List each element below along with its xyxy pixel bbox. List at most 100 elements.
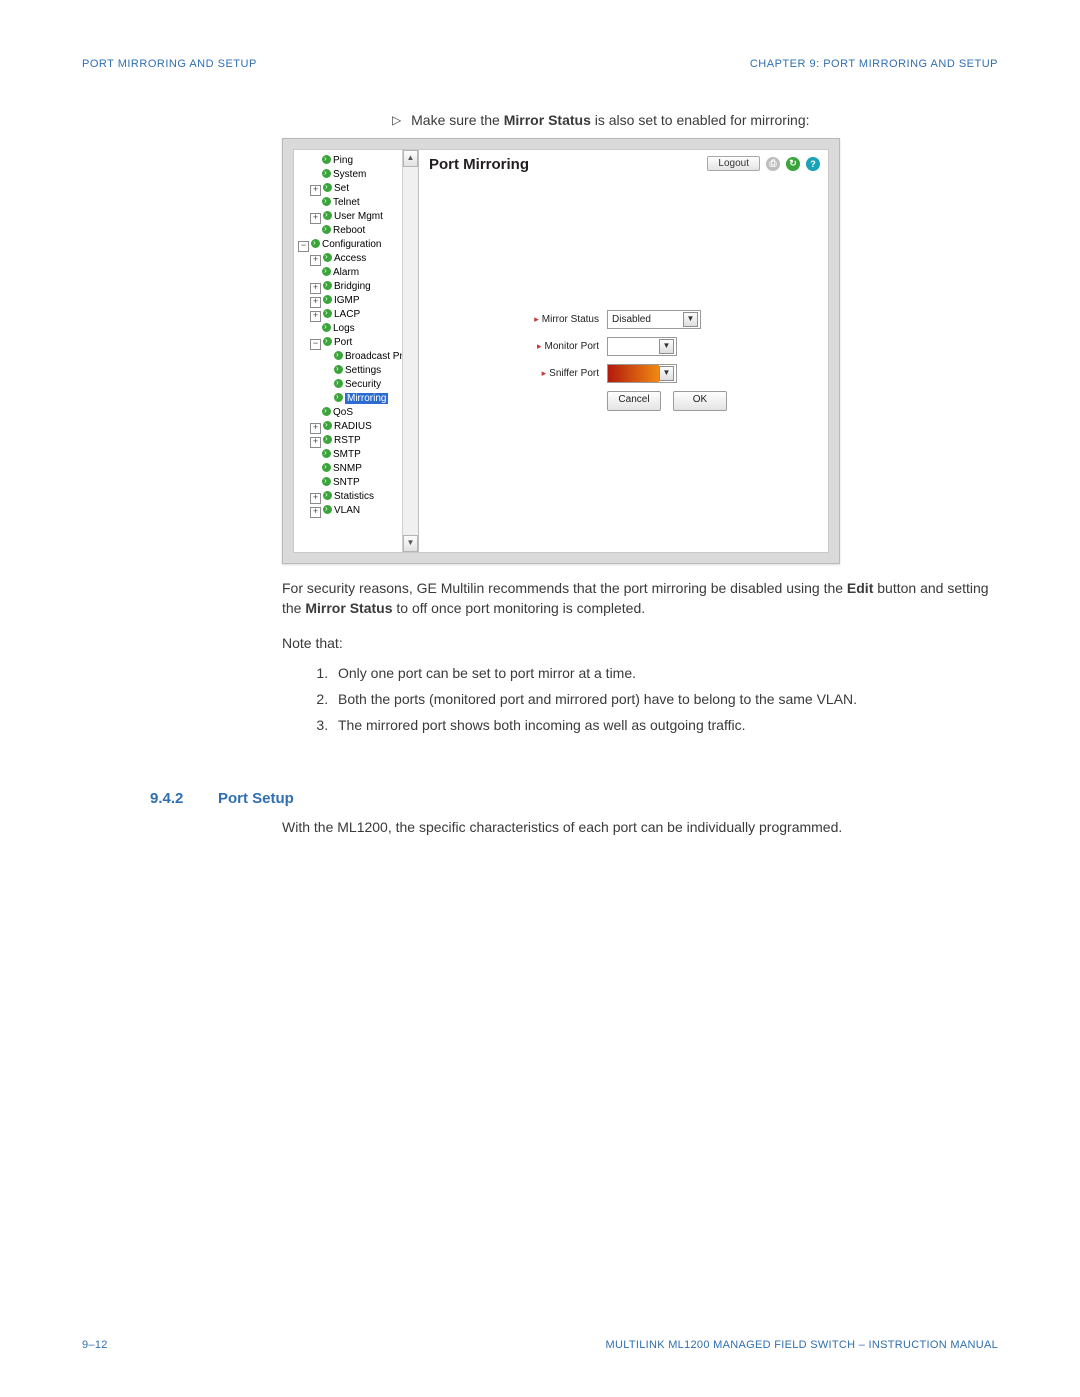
list-item: Only one port can be set to port mirror …: [332, 663, 998, 683]
arrow-icon: ▸: [542, 368, 547, 378]
list-item: The mirrored port shows both incoming as…: [332, 715, 998, 735]
tree-lacp[interactable]: LACP: [334, 309, 360, 320]
mirror-status-value: Disabled: [612, 314, 651, 325]
bullet-icon: [322, 463, 331, 472]
bullet-icon: [323, 295, 332, 304]
monitor-port-select[interactable]: ▼: [607, 337, 677, 356]
expand-icon[interactable]: +: [310, 507, 321, 518]
bullet-icon: [322, 449, 331, 458]
tree-statistics[interactable]: Statistics: [334, 491, 374, 502]
instruction-bold: Mirror Status: [504, 112, 591, 128]
bullet-icon: [322, 155, 331, 164]
bullet-icon: [311, 239, 320, 248]
bullet-icon: [334, 393, 343, 402]
tree-access[interactable]: Access: [334, 253, 366, 264]
collapse-icon[interactable]: −: [298, 241, 309, 252]
tree-snmp[interactable]: SNMP: [333, 463, 362, 474]
tree-alarm[interactable]: Alarm: [333, 267, 359, 278]
tree-bridging[interactable]: Bridging: [334, 281, 371, 292]
logout-button[interactable]: Logout: [707, 156, 760, 171]
bullet-icon: [323, 337, 332, 346]
refresh-icon[interactable]: ↻: [786, 157, 800, 171]
bullet-icon: [322, 225, 331, 234]
tree-usermgmt[interactable]: User Mgmt: [334, 211, 383, 222]
bullet-icon: [322, 267, 331, 276]
expand-icon[interactable]: +: [310, 255, 321, 266]
bullet-icon: [322, 169, 331, 178]
bullet-icon: [323, 505, 332, 514]
note-that: Note that:: [282, 633, 998, 653]
tree-broadcast[interactable]: Broadcast Protect: [345, 351, 402, 362]
expand-icon[interactable]: +: [310, 311, 321, 322]
expand-icon[interactable]: +: [310, 493, 321, 504]
cancel-button[interactable]: Cancel: [607, 391, 661, 411]
triangle-icon: ▷: [392, 113, 401, 127]
tree-configuration[interactable]: Configuration: [322, 239, 381, 250]
bullet-icon: [322, 323, 331, 332]
mirror-status-label: Mirror Status: [542, 314, 599, 325]
collapse-icon[interactable]: −: [310, 339, 321, 350]
bullet-icon: [323, 281, 332, 290]
tree-smtp[interactable]: SMTP: [333, 449, 361, 460]
bullet-icon: [323, 211, 332, 220]
tree-logs[interactable]: Logs: [333, 323, 355, 334]
header-right: CHAPTER 9: PORT MIRRORING AND SETUP: [750, 58, 998, 70]
tree-qos[interactable]: QoS: [333, 407, 353, 418]
bullet-icon: [323, 491, 332, 500]
header-left: PORT MIRRORING AND SETUP: [82, 58, 257, 70]
expand-icon[interactable]: +: [310, 423, 321, 434]
tree-sntp[interactable]: SNTP: [333, 477, 360, 488]
bullet-icon: [322, 477, 331, 486]
expand-icon[interactable]: +: [310, 213, 321, 224]
tree-mirroring[interactable]: Mirroring: [345, 393, 388, 404]
tree-set[interactable]: Set: [334, 183, 349, 194]
instruction-pre: Make sure the: [411, 112, 504, 128]
bullet-icon: [323, 183, 332, 192]
chevron-down-icon[interactable]: ▼: [683, 312, 698, 327]
expand-icon[interactable]: +: [310, 437, 321, 448]
expand-icon[interactable]: +: [310, 283, 321, 294]
scroll-track[interactable]: [403, 167, 418, 535]
tree-system[interactable]: System: [333, 169, 366, 180]
bullet-icon: [323, 435, 332, 444]
tree-radius[interactable]: RADIUS: [334, 421, 372, 432]
bullet-icon: [334, 365, 343, 374]
monitor-port-label: Monitor Port: [545, 341, 599, 352]
scroll-up-icon[interactable]: ▲: [403, 150, 418, 167]
expand-icon[interactable]: +: [310, 297, 321, 308]
footer-manual-title: MULTILINK ML1200 MANAGED FIELD SWITCH – …: [606, 1339, 998, 1351]
bullet-icon: [323, 421, 332, 430]
bullet-icon: [323, 309, 332, 318]
page-number: 9–12: [82, 1339, 108, 1351]
bullet-icon: [323, 253, 332, 262]
tree-reboot[interactable]: Reboot: [333, 225, 365, 236]
tree-telnet[interactable]: Telnet: [333, 197, 360, 208]
help-icon[interactable]: ?: [806, 157, 820, 171]
nav-tree[interactable]: Ping System + Set Telnet + User Mgmt Reboo…: [294, 150, 402, 552]
arrow-icon: ▸: [534, 314, 539, 324]
sniffer-port-select[interactable]: ▼: [607, 364, 677, 383]
tree-vlan[interactable]: VLAN: [334, 505, 360, 516]
chevron-down-icon[interactable]: ▼: [659, 339, 674, 354]
tree-port[interactable]: Port: [334, 337, 352, 348]
section-number: 9.4.2: [150, 790, 218, 807]
section-title: Port Setup: [218, 790, 294, 807]
bullet-icon: [334, 379, 343, 388]
instruction-line: ▷ Make sure the Mirror Status is also se…: [392, 112, 998, 128]
print-icon[interactable]: ⎙: [766, 157, 780, 171]
chevron-down-icon[interactable]: ▼: [659, 366, 674, 381]
ok-button[interactable]: OK: [673, 391, 727, 411]
tree-ping[interactable]: Ping: [333, 155, 353, 166]
mirror-status-select[interactable]: Disabled ▼: [607, 310, 701, 329]
paragraph-security: For security reasons, GE Multilin recomm…: [282, 578, 998, 619]
bullet-icon: [322, 407, 331, 416]
embedded-screenshot: Ping System + Set Telnet + User Mgmt Reboo…: [282, 138, 840, 564]
panel-title: Port Mirroring: [429, 156, 529, 173]
tree-igmp[interactable]: IGMP: [334, 295, 360, 306]
tree-settings[interactable]: Settings: [345, 365, 381, 376]
scrollbar[interactable]: ▲ ▼: [402, 150, 418, 552]
expand-icon[interactable]: +: [310, 185, 321, 196]
tree-rstp[interactable]: RSTP: [334, 435, 361, 446]
tree-security[interactable]: Security: [345, 379, 381, 390]
scroll-down-icon[interactable]: ▼: [403, 535, 418, 552]
